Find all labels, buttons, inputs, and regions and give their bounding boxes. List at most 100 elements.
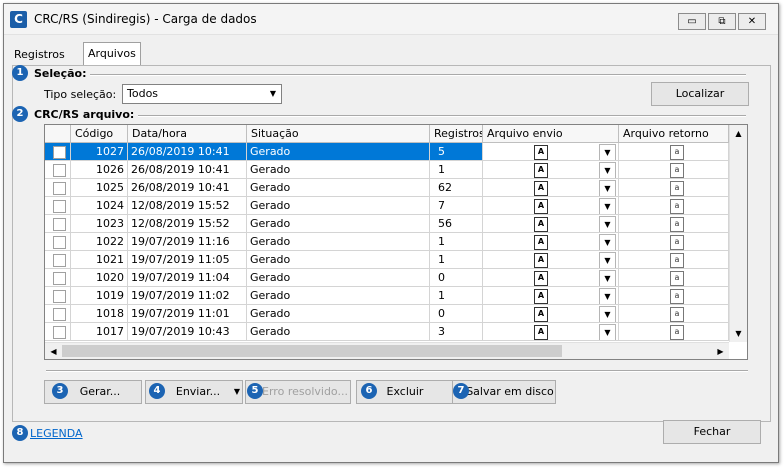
table-row[interactable]: 1025 26/08/2019 10:41 Gerado 62 A ▼ a [45, 179, 729, 197]
chevron-down-icon[interactable]: ▼ [599, 234, 616, 250]
file-send-icon[interactable]: A [534, 271, 548, 286]
minimize-button[interactable]: ▭ [678, 13, 706, 30]
col-header-arquivo-retorno[interactable]: Arquivo retorno [619, 125, 729, 142]
chevron-down-icon[interactable]: ▼ [234, 381, 240, 403]
file-return-icon[interactable]: a [670, 307, 684, 322]
table-row[interactable]: 1021 19/07/2019 11:05 Gerado 1 A ▼ a [45, 251, 729, 269]
row-checkbox[interactable] [53, 254, 66, 267]
file-return-icon[interactable]: a [670, 181, 684, 196]
cell-arquivo-envio[interactable]: A ▼ [483, 161, 619, 179]
chevron-down-icon[interactable]: ▼ [599, 198, 616, 214]
table-row[interactable]: 1026 26/08/2019 10:41 Gerado 1 A ▼ a [45, 161, 729, 179]
check-cell[interactable] [45, 197, 71, 215]
check-cell[interactable] [45, 161, 71, 179]
cell-arquivo-envio[interactable]: A ▼ [483, 233, 619, 251]
file-return-icon[interactable]: a [670, 289, 684, 304]
file-return-icon[interactable]: a [670, 217, 684, 232]
chevron-down-icon[interactable]: ▼ [599, 162, 616, 178]
tab-registros[interactable]: Registros [10, 46, 69, 64]
cell-arquivo-envio[interactable]: A ▼ [483, 269, 619, 287]
col-header-situacao[interactable]: Situação [247, 125, 430, 142]
cell-arquivo-retorno[interactable]: a [619, 197, 729, 215]
cell-arquivo-envio[interactable]: A ▼ [483, 143, 619, 161]
file-send-icon[interactable]: A [534, 325, 548, 340]
file-return-icon[interactable]: a [670, 253, 684, 268]
cell-arquivo-envio[interactable]: A ▼ [483, 287, 619, 305]
arquivos-grid[interactable]: Código Data/hora Situação Registros Arqu… [44, 124, 748, 360]
cell-arquivo-retorno[interactable]: a [619, 305, 729, 323]
cell-arquivo-envio[interactable]: A ▼ [483, 305, 619, 323]
file-send-icon[interactable]: A [534, 181, 548, 196]
cell-arquivo-envio[interactable]: A ▼ [483, 251, 619, 269]
table-row[interactable]: 1019 19/07/2019 11:02 Gerado 1 A ▼ a [45, 287, 729, 305]
file-send-icon[interactable]: A [534, 289, 548, 304]
col-header-arquivo-envio[interactable]: Arquivo envio [483, 125, 619, 142]
check-cell[interactable] [45, 251, 71, 269]
file-send-icon[interactable]: A [534, 199, 548, 214]
check-cell[interactable] [45, 215, 71, 233]
chevron-down-icon[interactable]: ▼ [265, 85, 281, 103]
cell-arquivo-retorno[interactable]: a [619, 179, 729, 197]
cell-arquivo-retorno[interactable]: a [619, 323, 729, 341]
cell-arquivo-envio[interactable]: A ▼ [483, 215, 619, 233]
chevron-down-icon[interactable]: ▼ [599, 252, 616, 268]
horizontal-scroll-thumb[interactable] [62, 345, 562, 357]
file-return-icon[interactable]: a [670, 199, 684, 214]
file-return-icon[interactable]: a [670, 145, 684, 160]
col-header-datahora[interactable]: Data/hora [128, 125, 247, 142]
file-send-icon[interactable]: A [534, 253, 548, 268]
table-row[interactable]: 1024 12/08/2019 15:52 Gerado 7 A ▼ a [45, 197, 729, 215]
chevron-down-icon[interactable]: ▼ [599, 270, 616, 286]
check-cell[interactable] [45, 179, 71, 197]
check-cell[interactable] [45, 143, 71, 161]
cell-arquivo-retorno[interactable]: a [619, 233, 729, 251]
row-checkbox[interactable] [53, 326, 66, 339]
scroll-down-icon[interactable]: ▼ [730, 325, 747, 342]
tipo-selecao-select[interactable]: Todos ▼ [122, 84, 282, 104]
chevron-down-icon[interactable]: ▼ [599, 180, 616, 196]
cell-arquivo-envio[interactable]: A ▼ [483, 197, 619, 215]
row-checkbox[interactable] [53, 182, 66, 195]
cell-arquivo-retorno[interactable]: a [619, 251, 729, 269]
localizar-button[interactable]: Localizar [651, 82, 749, 106]
col-header-codigo[interactable]: Código [71, 125, 128, 142]
table-row[interactable]: 1027 26/08/2019 10:41 Gerado 5 A ▼ a [45, 143, 729, 161]
file-send-icon[interactable]: A [534, 145, 548, 160]
table-row[interactable]: 1020 19/07/2019 11:04 Gerado 0 A ▼ a [45, 269, 729, 287]
row-checkbox[interactable] [53, 146, 66, 159]
table-row[interactable]: 1018 19/07/2019 11:01 Gerado 0 A ▼ a [45, 305, 729, 323]
file-return-icon[interactable]: a [670, 235, 684, 250]
col-header-registros[interactable]: Registros [430, 125, 483, 142]
row-checkbox[interactable] [53, 236, 66, 249]
row-checkbox[interactable] [53, 200, 66, 213]
vertical-scrollbar[interactable]: ▲ ▼ [729, 125, 747, 342]
check-cell[interactable] [45, 305, 71, 323]
chevron-down-icon[interactable]: ▼ [599, 306, 616, 322]
chevron-down-icon[interactable]: ▼ [599, 324, 616, 340]
scroll-right-icon[interactable]: ▶ [712, 343, 729, 359]
horizontal-scrollbar[interactable]: ◀ ▶ [45, 342, 729, 359]
chevron-down-icon[interactable]: ▼ [599, 144, 616, 160]
cell-arquivo-retorno[interactable]: a [619, 215, 729, 233]
cell-arquivo-envio[interactable]: A ▼ [483, 323, 619, 341]
cell-arquivo-retorno[interactable]: a [619, 143, 729, 161]
file-return-icon[interactable]: a [670, 163, 684, 178]
file-send-icon[interactable]: A [534, 307, 548, 322]
row-checkbox[interactable] [53, 308, 66, 321]
fechar-button[interactable]: Fechar [663, 420, 761, 444]
close-button[interactable]: ✕ [738, 13, 766, 30]
file-send-icon[interactable]: A [534, 235, 548, 250]
cell-arquivo-retorno[interactable]: a [619, 269, 729, 287]
table-row[interactable]: 1017 19/07/2019 10:43 Gerado 3 A ▼ a [45, 323, 729, 341]
maximize-button[interactable]: ⧉ [708, 13, 736, 30]
tab-arquivos[interactable]: Arquivos [83, 42, 141, 67]
check-cell[interactable] [45, 233, 71, 251]
file-send-icon[interactable]: A [534, 163, 548, 178]
check-cell[interactable] [45, 287, 71, 305]
table-row[interactable]: 1023 12/08/2019 15:52 Gerado 56 A ▼ a [45, 215, 729, 233]
check-cell[interactable] [45, 269, 71, 287]
file-send-icon[interactable]: A [534, 217, 548, 232]
legenda-link[interactable]: LEGENDA [30, 427, 83, 440]
scroll-up-icon[interactable]: ▲ [730, 125, 747, 142]
check-cell[interactable] [45, 323, 71, 341]
